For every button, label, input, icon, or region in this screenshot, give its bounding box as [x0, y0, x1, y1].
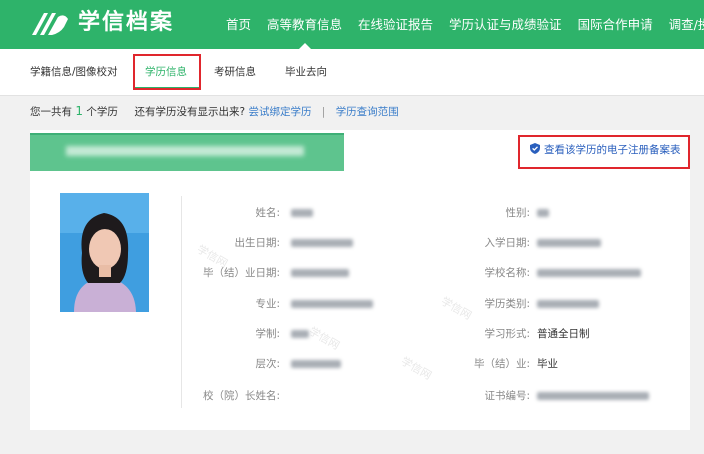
certificate-number-value-redacted	[537, 392, 649, 400]
tab-enrollment-info[interactable]: 学籍信息/图像校对	[30, 49, 118, 95]
logo-icon	[30, 9, 70, 37]
name-label: 姓名:	[255, 207, 280, 219]
degree-count: 1	[75, 104, 83, 118]
name-value-redacted	[291, 209, 313, 217]
nav-certification[interactable]: 学历认证与成绩验证	[441, 0, 570, 49]
nav-online-verification[interactable]: 在线验证报告	[350, 0, 441, 49]
duration-value-redacted	[291, 330, 309, 338]
graduation-status-value: 毕业	[537, 358, 558, 370]
nav-survey[interactable]: 调查/投票	[661, 0, 704, 49]
count-suffix: 个学历	[86, 106, 118, 118]
level-label: 层次:	[255, 358, 280, 370]
site-logo[interactable]: 学信档案	[30, 8, 174, 38]
gender-label: 性别:	[505, 207, 530, 219]
bind-degree-link[interactable]: 尝试绑定学历	[248, 106, 311, 118]
top-bar: 学信档案 首页 高等教育信息 在线验证报告 学历认证与成绩验证 国际合作申请 调…	[0, 0, 704, 49]
gender-value-redacted	[537, 209, 549, 217]
logo-text: 学信档案	[78, 10, 175, 35]
main-nav: 首页 高等教育信息 在线验证报告 学历认证与成绩验证 国际合作申请 调查/投票	[218, 0, 704, 49]
study-form-label: 学习形式:	[484, 328, 530, 340]
nav-higher-education[interactable]: 高等教育信息	[259, 0, 350, 49]
level-value-redacted	[291, 360, 341, 368]
duration-label: 学制:	[255, 328, 280, 340]
major-label: 专业:	[255, 298, 280, 310]
school-banner	[30, 133, 344, 171]
nav-home[interactable]: 首页	[218, 0, 259, 49]
sub-nav: 学籍信息/图像校对 学历信息 考研信息 毕业去向	[0, 49, 704, 96]
certificate-number-label: 证书编号:	[484, 390, 530, 402]
nav-international[interactable]: 国际合作申请	[570, 0, 661, 49]
graduation-date-label: 毕（结）业日期:	[202, 267, 280, 279]
vertical-divider	[181, 196, 182, 408]
birth-date-value-redacted	[291, 239, 353, 247]
blurred-banner-text	[66, 146, 304, 156]
query-scope-link[interactable]: 学历查询范围	[336, 106, 399, 118]
enrollment-date-label: 入学日期:	[484, 237, 530, 249]
tab-graduation-destination[interactable]: 毕业去向	[285, 49, 327, 95]
student-photo	[60, 193, 149, 312]
major-value-redacted	[291, 300, 373, 308]
missing-degree-question: 还有学历没有显示出来?	[134, 106, 246, 118]
school-name-label: 学校名称:	[484, 267, 530, 279]
highlight-box-tab	[133, 54, 201, 90]
graduation-status-label: 毕（结）业:	[473, 358, 530, 370]
separator: |	[321, 106, 326, 118]
study-form-value: 普通全日制	[537, 328, 590, 340]
birth-date-label: 出生日期:	[234, 237, 280, 249]
degree-category-value-redacted	[537, 300, 599, 308]
highlight-box-registration	[518, 135, 690, 169]
enrollment-date-value-redacted	[537, 239, 601, 247]
president-name-label: 校（院）长姓名:	[202, 390, 280, 402]
graduation-date-value-redacted	[291, 269, 349, 277]
degree-count-bar: 您一共有 1 个学历 还有学历没有显示出来? 尝试绑定学历 | 学历查询范围	[30, 100, 399, 122]
school-name-value-redacted	[537, 269, 641, 277]
tab-postgrad-exam[interactable]: 考研信息	[214, 49, 256, 95]
degree-category-label: 学历类别:	[484, 298, 530, 310]
count-prefix: 您一共有	[30, 106, 72, 118]
